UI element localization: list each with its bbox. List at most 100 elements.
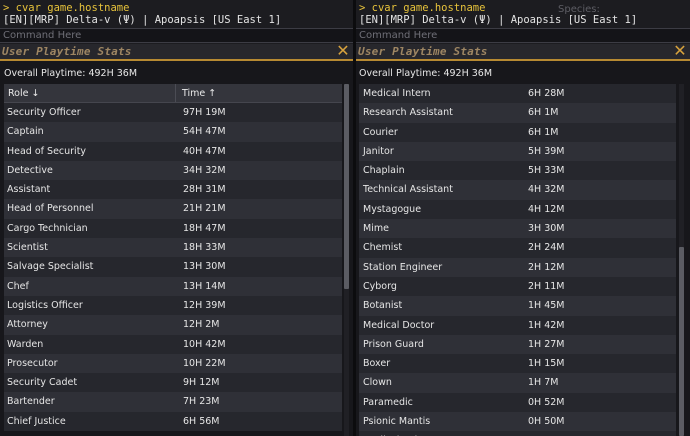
role-cell: Clown [363,377,392,389]
console-command-echo: > cvar game.hostname [359,2,486,14]
window-titlebar[interactable]: User Playtime Stats ✕ [356,43,690,61]
time-column-header[interactable]: Time ↑ [176,84,342,102]
role-cell: Courier [363,126,398,138]
time-cell: 5H 33M [528,165,565,177]
table-row: Courier 6H 1M [359,122,676,142]
role-cell: Chemist [363,242,403,254]
time-cell: 13H 30M [183,261,226,273]
close-icon[interactable]: ✕ [336,43,350,59]
scrollbar[interactable] [679,84,684,436]
table-row: Cyborg 2H 11M [359,276,676,297]
table-header: Role ↓ Time ↑ [4,84,342,103]
table-row: Prison Guard 1H 27M [359,334,676,355]
table-row: Security Officer 97H 19M [4,103,342,123]
table-row: Medical Cyborg0H 30M [359,431,676,436]
table-body: Medical Intern 6H 28M Research Assistant 6H… [359,84,676,436]
role-cell: Chief Justice [7,415,66,427]
table-row: Chef 13H 14M [4,276,342,296]
role-cell: Station Engineer [363,261,443,273]
role-cell: Botanist [363,300,403,312]
console-output: > cvar game.hostname [EN][MRP] Delta-v (… [356,0,690,44]
overall-playtime-label: Overall Playtime: [359,68,441,79]
table-row: Paramedic 0H 52M [359,392,676,413]
role-cell: Boxer [363,358,391,370]
time-cell: 2H 11M [528,280,565,292]
command-input[interactable]: Command Here [356,28,690,43]
role-cell: Prosecutor [7,357,58,369]
window-title: User Playtime Stats [2,45,132,58]
time-cell: 1H 15M [528,358,565,370]
time-cell: 0H 30M [522,431,676,436]
role-cell: Janitor [363,145,394,157]
time-cell: 1H 42M [528,319,565,331]
time-cell: 1H 7M [528,377,559,389]
time-cell: 18H 33M [183,242,226,254]
right-screenshot-panel: > cvar game.hostname [EN][MRP] Delta-v (… [356,0,690,436]
table-row: Scientist 18H 33M [4,238,342,258]
time-cell: 28H 31M [183,184,226,196]
table-row: Detective 34H 32M [4,160,342,181]
time-cell: 6H 56M [183,415,220,427]
table-row: Mystagogue 4H 12M [359,199,676,220]
role-cell: Assistant [7,184,51,196]
table-row: Cargo Technician 18H 47M [4,218,342,239]
table-row: Clown 1H 7M [359,373,676,393]
scrollbar[interactable] [344,84,349,436]
time-cell: 0H 52M [528,396,565,408]
time-cell: 54H 47M [183,126,226,138]
close-icon[interactable]: ✕ [673,43,687,59]
scrollbar-thumb[interactable] [344,84,349,289]
table-row: Captain 54H 47M [4,122,342,142]
command-input-placeholder: Command Here [3,30,82,41]
time-cell: 3H 30M [528,223,565,235]
role-cell: Cyborg [363,280,397,292]
table-row: Head of Personnel 21H 21M [4,199,342,219]
table-row: Psionic Mantis 0H 50M [359,412,676,432]
time-cell: 4H 12M [528,203,565,215]
command-input[interactable]: Command Here [0,28,353,43]
playtime-table: Medical Intern 6H 28M Research Assistant 6H… [359,84,676,436]
time-cell: 34H 32M [183,164,226,176]
playtime-table: Role ↓ Time ↑ Security Officer 97H 19M Cap… [4,84,342,432]
console-output: > cvar game.hostname [EN][MRP] Delta-v (… [0,0,353,44]
time-cell: 7H 23M [183,396,220,408]
time-cell: 12H 2M [183,319,220,331]
table-row: Logistics Officer 12H 39M [4,295,342,316]
role-cell: Paramedic [363,396,413,408]
overall-playtime-value: 492H 36M [443,68,493,79]
table-row: Technical Assistant 4H 32M [359,180,676,200]
table-row: Chief Justice 6H 56M [4,411,342,432]
table-row: Head of Security 40H 47M [4,141,342,161]
time-cell: 4H 32M [528,184,565,196]
table-row: Research Assistant 6H 1M [359,103,676,123]
role-cell: Psionic Mantis [363,416,431,428]
table-row: Janitor 5H 39M [359,141,676,162]
table-row: Chemist 2H 24M [359,238,676,258]
scrollbar-thumb[interactable] [679,247,684,436]
role-column-header[interactable]: Role ↓ [4,84,176,102]
time-cell: 18H 47M [183,222,226,234]
role-cell: Scientist [7,242,48,254]
time-cell: 10H 42M [183,338,226,350]
window-titlebar[interactable]: User Playtime Stats ✕ [0,43,353,61]
role-cell: Head of Personnel [7,203,94,215]
console-hostname-output: [EN][MRP] Delta-v (Ψ) | Apoapsis [US Eas… [3,14,282,26]
table-row: Security Cadet 9H 12M [4,373,342,393]
role-cell: Salvage Specialist [7,261,94,273]
role-cell: Captain [7,126,44,138]
role-cell: Chaplain [363,165,405,177]
overall-playtime: Overall Playtime: 492H 36M [4,68,137,79]
time-cell: 13H 14M [183,280,226,292]
role-cell: Attorney [7,319,48,331]
table-row: Mime 3H 30M [359,219,676,239]
table-row: Prosecutor 10H 22M [4,353,342,374]
time-cell: 2H 24M [528,242,565,254]
role-cell: Prison Guard [363,338,424,350]
time-cell: 10H 22M [183,357,226,369]
table-row: Salvage Specialist 13H 30M [4,257,342,277]
role-cell: Medical Intern [363,88,431,99]
table-row: Botanist 1H 45M [359,296,676,316]
time-cell: 21H 21M [183,203,226,215]
time-cell: 40H 47M [183,145,226,157]
time-cell: 6H 28M [528,88,565,99]
